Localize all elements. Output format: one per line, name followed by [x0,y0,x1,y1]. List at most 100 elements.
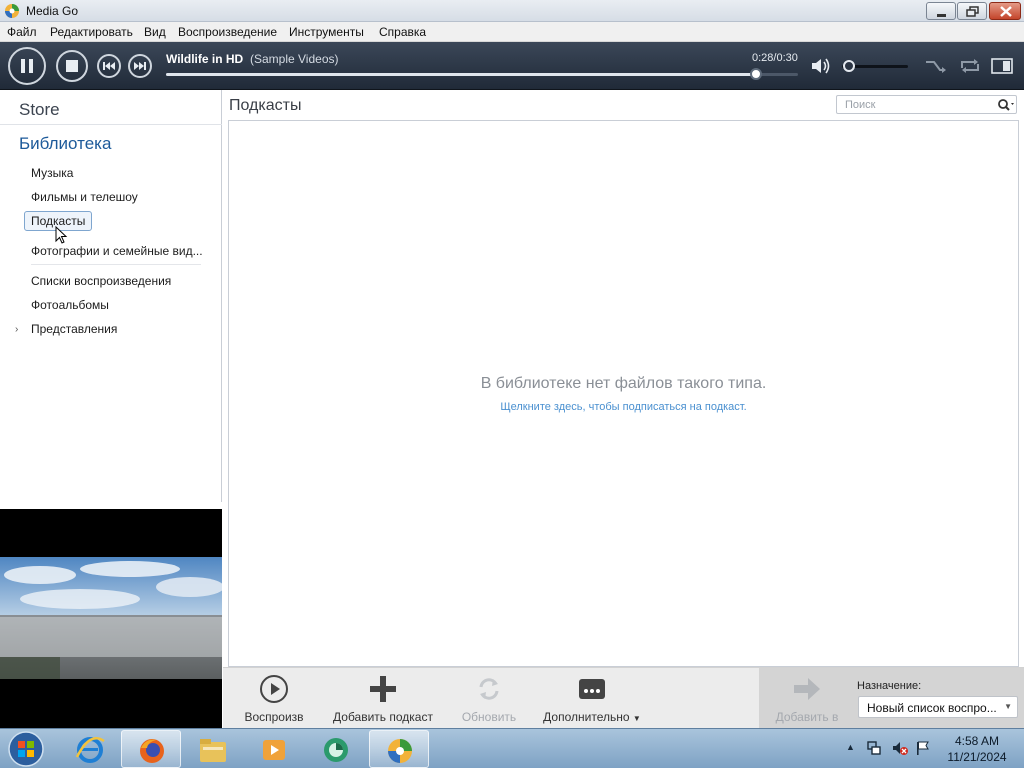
volume-icon[interactable] [810,56,832,76]
next-icon [134,62,146,70]
taskbar-media-go[interactable] [369,730,429,768]
progress-knob[interactable] [749,68,762,80]
show-hidden-icons[interactable]: ▲ [846,742,855,752]
search-box[interactable]: Поиск [836,95,1017,114]
play-button[interactable]: Воспроизв [239,668,309,729]
video-frame-image [0,557,222,679]
sidebar-store[interactable]: Store [19,100,60,120]
menu-edit[interactable]: Редактировать [50,25,133,39]
taskbar-media-player[interactable] [244,730,304,768]
menu-file[interactable]: Файл [7,25,37,39]
sidebar-item-views[interactable]: Представления [31,322,117,336]
firefox-icon [140,739,164,763]
minimize-icon [937,14,946,17]
shuffle-icon[interactable] [924,56,948,76]
close-button[interactable] [989,2,1021,20]
taskbar-firefox[interactable] [121,730,181,768]
media-go-icon [5,4,19,18]
view-mode-icon[interactable] [990,56,1014,76]
speaker-muted-icon[interactable] [892,740,908,756]
pause-icon [21,59,33,73]
title-bar: Media Go [0,0,1024,22]
maximize-button[interactable] [957,2,987,20]
pause-button[interactable] [8,47,46,85]
sidebar-item-photo-albums[interactable]: Фотоальбомы [31,298,109,312]
stop-icon [66,60,78,72]
refresh-label: Обновить [461,710,517,724]
sidebar-item-photos[interactable]: Фотографии и семейные вид... [31,244,203,258]
volume-slider[interactable] [842,60,908,72]
plus-icon [370,676,396,702]
more-icon [579,679,605,699]
taskbar-app[interactable] [306,730,366,768]
chevron-down-icon: ▼ [1004,702,1012,711]
internet-explorer-icon [75,737,105,763]
refresh-button[interactable]: Обновить [455,668,523,729]
video-preview[interactable] [0,509,222,728]
network-icon[interactable] [866,740,882,756]
sidebar-item-movies[interactable]: Фильмы и телешоу [31,190,138,204]
refresh-icon [479,678,499,700]
start-button[interactable] [4,729,48,768]
arrow-right-icon [794,678,820,700]
media-go-icon [388,739,412,763]
subscribe-podcast-link[interactable]: Щелкните здесь, чтобы подписаться на под… [229,401,1018,413]
clock-date: 11/21/2024 [947,750,1007,764]
window-title: Media Go [26,4,79,18]
mouse-cursor-icon [55,226,68,244]
dropdown-arrow-icon: ▼ [632,714,641,723]
previous-icon [103,62,115,70]
previous-button[interactable] [97,54,121,78]
content-area: В библиотеке нет файлов такого типа. Щел… [228,120,1019,667]
play-icon [260,675,288,703]
system-clock[interactable]: 4:58 AM 11/21/2024 [937,733,1017,765]
folder-icon [200,739,226,762]
next-button[interactable] [128,54,152,78]
taskbar: ▲ 4:58 AM 11/21/2024 [0,728,1024,768]
menu-playback[interactable]: Воспроизведение [178,25,277,39]
search-icon[interactable] [997,98,1015,112]
taskbar-explorer[interactable] [183,730,243,768]
more-label: Дополнительно ▼ [543,710,641,724]
clock-time: 4:58 AM [954,734,1000,748]
divider [0,124,222,125]
stop-button[interactable] [56,50,88,82]
track-subtitle: (Sample Videos) [250,52,339,66]
taskbar-internet-explorer[interactable] [60,730,120,768]
empty-library-message: В библиотеке нет файлов такого типа. [480,375,767,392]
menu-bar: Файл Редактировать Вид Воспроизведение И… [0,22,1024,42]
track-title: Wildlife in HD [166,52,244,66]
add-to-button[interactable]: Добавить в [769,668,845,729]
play-label: Воспроизв [244,710,304,724]
search-input[interactable]: Поиск [845,99,875,111]
page-title: Подкасты [229,97,302,114]
sidebar-library-heading[interactable]: Библиотека [19,134,111,154]
expand-arrow-icon[interactable]: › [15,324,18,335]
action-center-flag-icon[interactable] [915,740,931,756]
track-time: 0:28/0:30 [752,52,798,64]
add-podcast-label: Добавить подкаст [333,710,433,724]
destination-label: Назначение: [857,680,922,692]
add-podcast-button[interactable]: Добавить подкаст [331,668,435,729]
sidebar: Store Библиотека Музыка Фильмы и телешоу… [0,90,222,502]
minimize-button[interactable] [926,2,956,20]
add-to-label: Добавить в [775,710,839,724]
sidebar-item-music[interactable]: Музыка [31,166,73,180]
destination-select[interactable]: Новый список воспро... ▼ [858,696,1018,718]
destination-value: Новый список воспро... [867,701,997,715]
menu-help[interactable]: Справка [379,25,426,39]
sidebar-item-playlists[interactable]: Списки воспроизведения [31,274,171,288]
add-to-panel: Добавить в Назначение: Новый список восп… [759,668,1024,729]
main-header: Подкасты Поиск [223,90,1024,120]
media-player-icon [263,740,285,760]
repeat-icon[interactable] [958,56,982,76]
more-button[interactable]: Дополнительно ▼ [541,668,643,729]
bottom-toolbar: Воспроизв Добавить подкаст Обновить Допо… [223,667,1024,729]
menu-view[interactable]: Вид [144,25,166,39]
progress-fill [166,73,756,76]
menu-tools[interactable]: Инструменты [289,25,364,39]
divider [31,264,201,265]
progress-bar[interactable] [166,68,798,80]
volume-knob[interactable] [842,60,855,72]
app-icon [324,738,348,762]
